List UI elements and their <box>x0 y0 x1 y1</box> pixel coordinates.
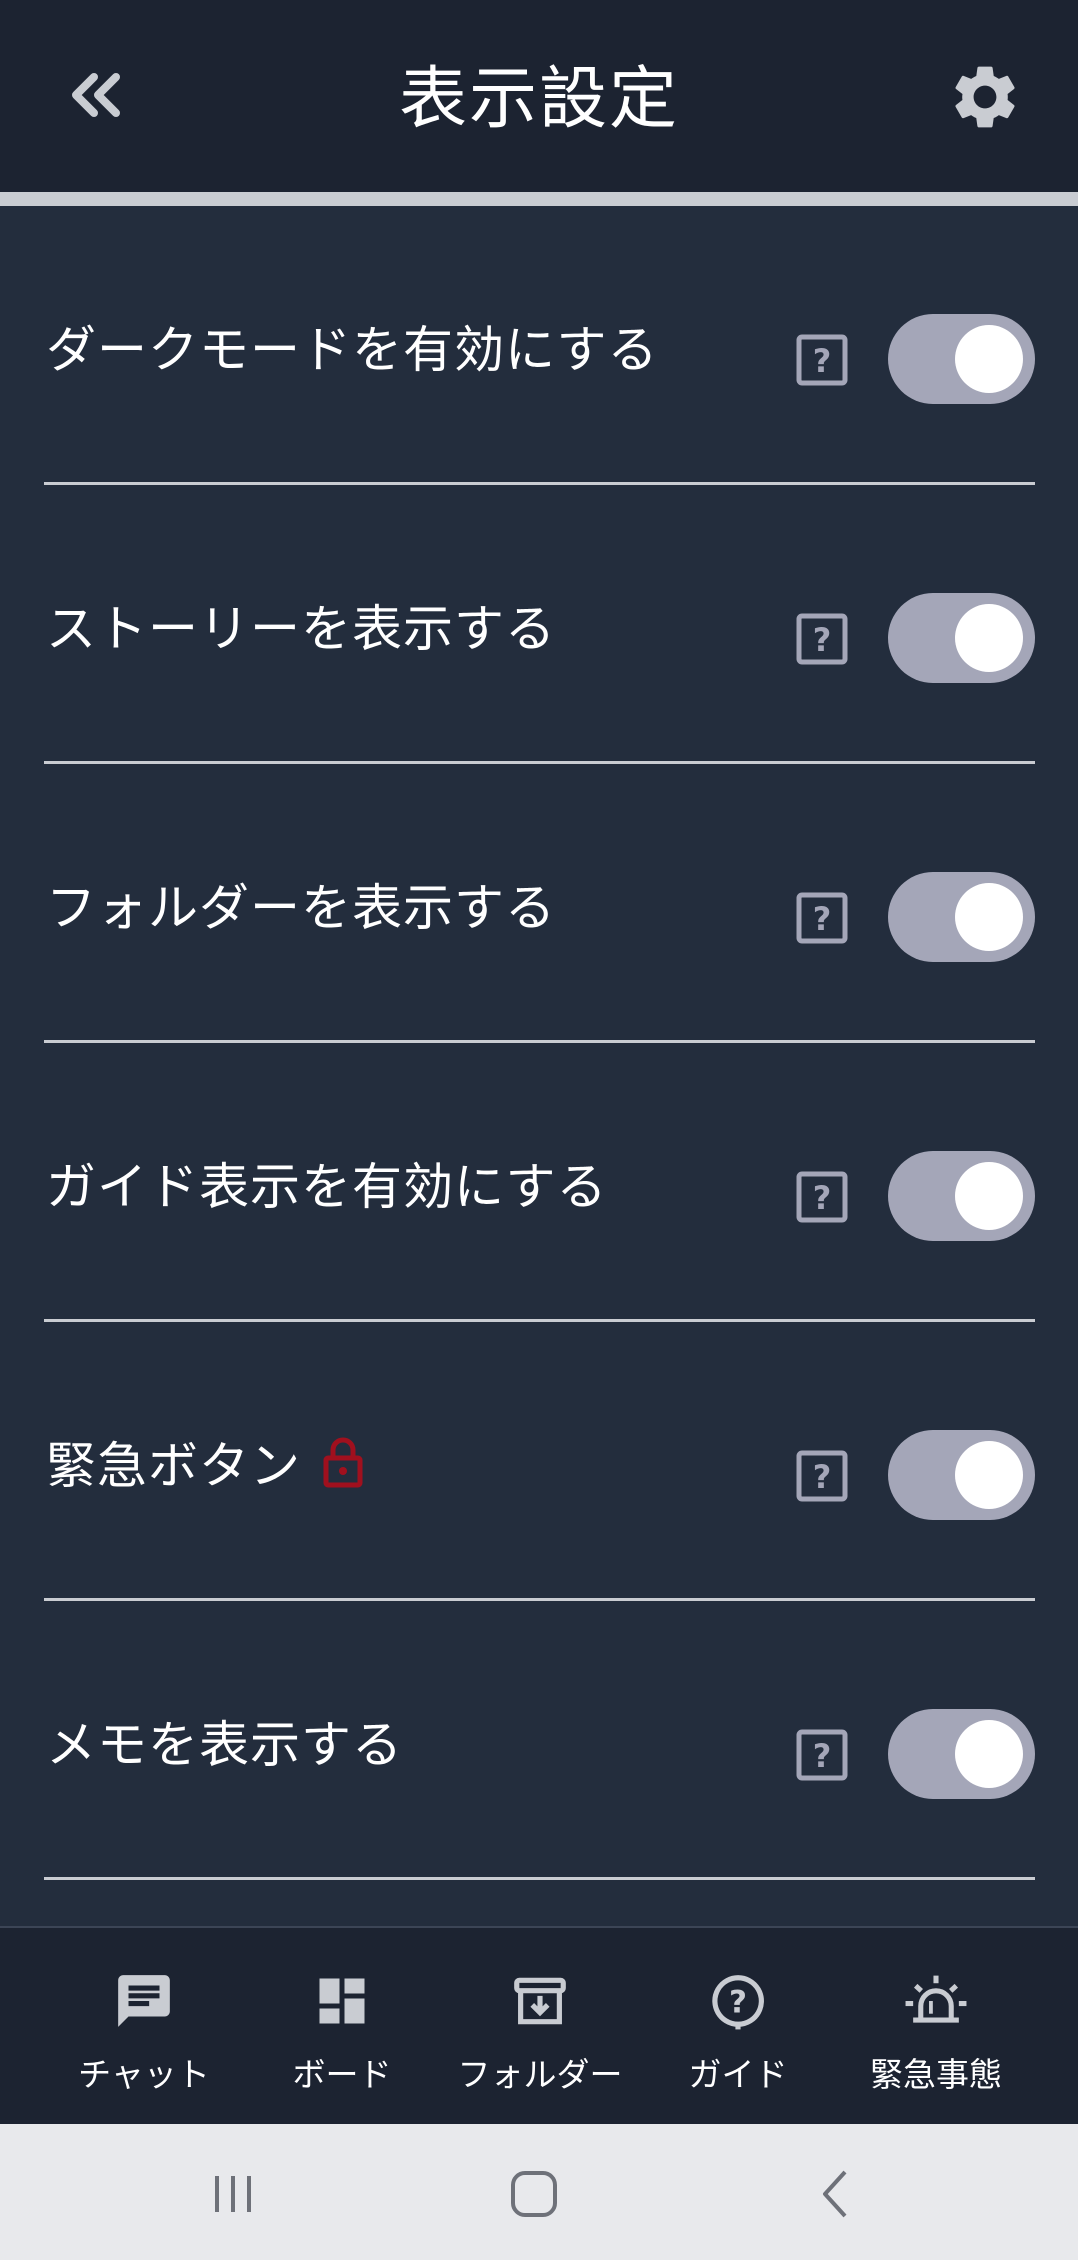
toggle-knob <box>955 1720 1023 1788</box>
nav-label: 緊急事態 <box>870 2055 1002 2094</box>
archive-icon <box>505 1966 575 2036</box>
setting-row-dark-mode: ダークモードを有効にする ? <box>0 206 1078 485</box>
toggle-knob <box>955 1441 1023 1509</box>
setting-row-guide: ガイド表示を有効にする ? <box>0 1043 1078 1322</box>
setting-label: メモを表示する <box>46 1715 403 1774</box>
nav-item-chat[interactable]: チャット <box>44 1928 244 2126</box>
siren-icon <box>901 1966 971 2036</box>
folders-toggle[interactable] <box>888 872 1035 962</box>
gear-icon <box>955 66 1015 128</box>
chat-icon <box>109 1966 179 2036</box>
setting-row-folders: フォルダーを表示する ? <box>0 764 1078 1043</box>
help-icon[interactable]: ? <box>796 1729 848 1781</box>
app-header: 表示設定 <box>0 0 1078 192</box>
svg-text:?: ? <box>813 900 832 938</box>
header-divider <box>0 192 1078 206</box>
toggle-knob <box>955 1162 1023 1230</box>
toggle-knob <box>955 325 1023 393</box>
toggle-knob <box>955 883 1023 951</box>
setting-row-emergency-button: 緊急ボタン ? <box>0 1322 1078 1601</box>
stories-toggle[interactable] <box>888 593 1035 683</box>
recent-apps-icon <box>215 2176 251 2212</box>
setting-label: フォルダーを表示する <box>46 878 556 937</box>
display-settings-screen: 表示設定 ダークモードを有効にする ? ストーリーを表示する ? フォルダーを表… <box>0 0 1078 2260</box>
nav-label: チャット <box>78 2055 210 2094</box>
nav-item-emergency[interactable]: 緊急事態 <box>836 1928 1036 2126</box>
setting-label: ストーリーを表示する <box>46 599 556 658</box>
settings-button[interactable] <box>940 52 1030 142</box>
nav-label: ガイド <box>688 2055 788 2094</box>
svg-text:?: ? <box>813 342 832 380</box>
help-icon[interactable]: ? <box>796 892 848 944</box>
svg-text:?: ? <box>813 621 832 659</box>
home-button[interactable] <box>489 2154 579 2234</box>
nav-item-folder[interactable]: フォルダー <box>440 1928 640 2126</box>
setting-label: ダークモードを有効にする <box>46 320 659 379</box>
setting-label-container: 緊急ボタン <box>46 1322 363 1601</box>
lock-icon <box>323 1436 363 1488</box>
help-circle-icon: ? <box>703 1966 773 2036</box>
nav-item-guide[interactable]: ? ガイド <box>638 1928 838 2126</box>
chevron-left-icon <box>823 2170 847 2218</box>
page-title: 表示設定 <box>398 60 679 139</box>
home-icon <box>511 2171 557 2217</box>
setting-label: ガイド表示を有効にする <box>46 1157 608 1216</box>
setting-label: 緊急ボタン <box>46 1436 301 1495</box>
toggle-knob <box>955 604 1023 672</box>
guide-toggle[interactable] <box>888 1151 1035 1241</box>
nav-label: ボード <box>292 2055 392 2094</box>
setting-row-memo: メモを表示する ? <box>0 1601 1078 1880</box>
svg-text:?: ? <box>813 1458 832 1496</box>
svg-text:?: ? <box>729 1985 747 2021</box>
help-icon[interactable]: ? <box>796 334 848 386</box>
back-nav-button[interactable] <box>790 2154 880 2234</box>
dashboard-icon <box>307 1966 377 2036</box>
nav-item-board[interactable]: ボード <box>242 1928 442 2126</box>
settings-list: ダークモードを有効にする ? ストーリーを表示する ? フォルダーを表示する ? <box>0 206 1078 1880</box>
help-icon[interactable]: ? <box>796 1171 848 1223</box>
help-icon[interactable]: ? <box>796 1450 848 1502</box>
emergency-button-toggle[interactable] <box>888 1430 1035 1520</box>
nav-label: フォルダー <box>457 2055 623 2094</box>
svg-text:?: ? <box>813 1737 832 1775</box>
svg-text:?: ? <box>813 1179 832 1217</box>
setting-row-stories: ストーリーを表示する ? <box>0 485 1078 764</box>
row-divider <box>44 1877 1035 1880</box>
dark-mode-toggle[interactable] <box>888 314 1035 404</box>
help-icon[interactable]: ? <box>796 613 848 665</box>
system-navigation-bar <box>0 2124 1078 2260</box>
bottom-navigation: チャット ボード フォルダー ? ガイド 緊急事態 <box>0 1926 1078 2124</box>
recent-apps-button[interactable] <box>188 2154 278 2234</box>
memo-toggle[interactable] <box>888 1709 1035 1799</box>
